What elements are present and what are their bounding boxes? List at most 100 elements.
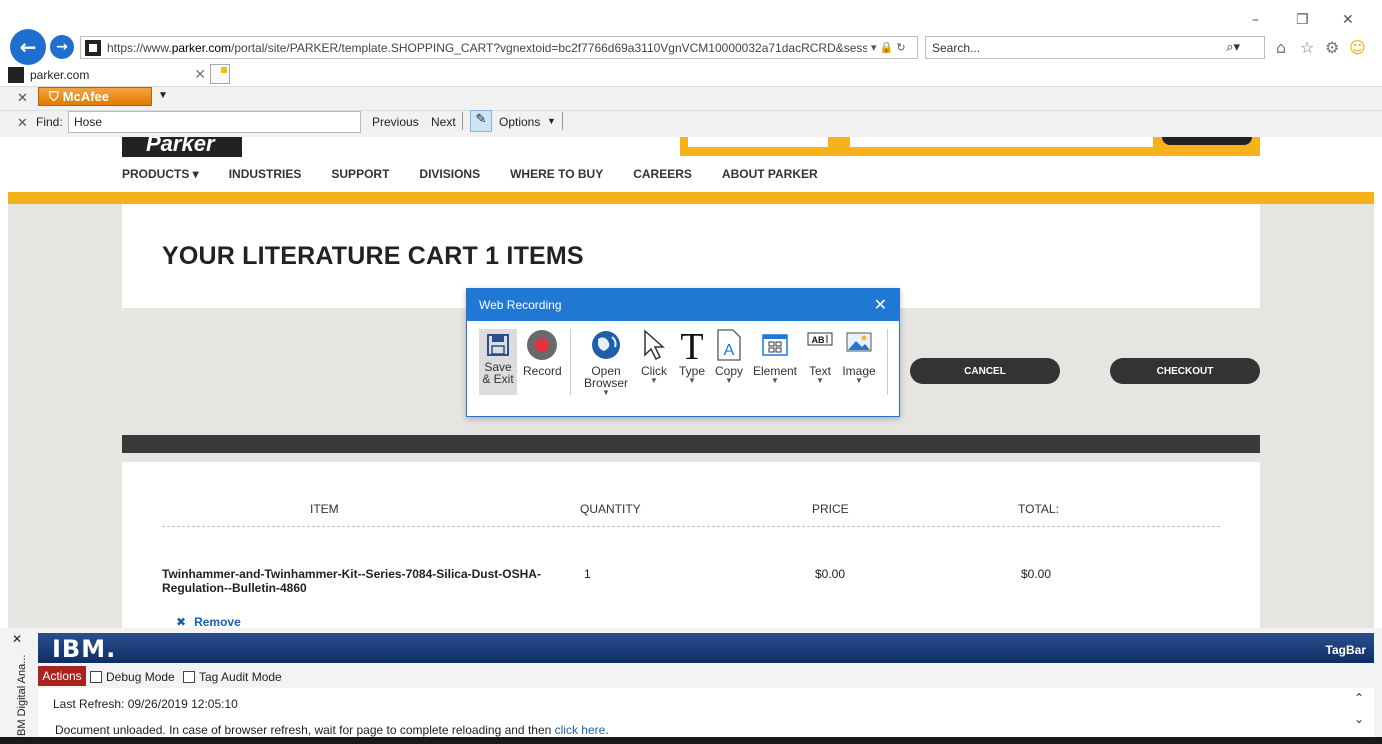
site-search-button[interactable] <box>1162 137 1252 145</box>
find-options-button[interactable]: Options <box>499 115 540 129</box>
header-item: ITEM <box>310 502 339 516</box>
tag-audit-mode-checkbox[interactable]: Tag Audit Mode <box>183 670 282 684</box>
click-here-link[interactable]: click here <box>555 723 606 737</box>
record-button[interactable]: Record <box>523 329 562 377</box>
tab-title: parker.com <box>30 68 90 82</box>
browser-tab[interactable]: parker.com ✕ <box>8 64 208 86</box>
find-next-button[interactable]: Next <box>431 115 456 129</box>
cart-item-quantity: 1 <box>584 567 591 581</box>
cancel-button[interactable]: CANCEL <box>910 358 1060 384</box>
nav-support[interactable]: SUPPORT <box>331 167 389 181</box>
nav-industries[interactable]: INDUSTRIES <box>229 167 302 181</box>
close-find-icon[interactable]: ✕ <box>17 115 28 131</box>
highlight-marker-icon[interactable]: ✎ <box>470 110 492 132</box>
cart-item-name: Twinhammer-and-Twinhammer-Kit--Series-70… <box>162 567 541 595</box>
tagbar-body: Last Refresh: 09/26/2019 12:05:10 Docume… <box>38 688 1374 738</box>
smiley-feedback-icon[interactable]: ☺ <box>1349 38 1366 57</box>
tagbar-side-label: IBM Digital Ana... <box>16 654 28 739</box>
tagbar-side: ✕ IBM Digital Ana... <box>8 628 38 744</box>
find-input[interactable]: Hose <box>68 111 361 133</box>
web-recording-dialog: Web Recording ✕ Save & Exit Record Open … <box>466 288 900 417</box>
tab-favicon-icon <box>8 67 24 83</box>
image-dropdown-icon[interactable]: ▼ <box>841 377 877 385</box>
scroll-up-icon[interactable]: ⌃ <box>1354 691 1364 705</box>
cursor-arrow-icon <box>644 329 665 361</box>
debug-mode-checkbox[interactable]: Debug Mode <box>90 670 175 684</box>
mcafee-button[interactable]: ⛉ McAfee <box>38 87 152 106</box>
search-box[interactable]: Search... ⌕▾ <box>925 36 1265 59</box>
nav-divisions[interactable]: DIVISIONS <box>419 167 480 181</box>
site-favicon-icon <box>85 39 101 56</box>
close-toolbar-icon[interactable]: ✕ <box>17 90 28 106</box>
copy-document-icon: A <box>717 329 741 361</box>
search-placeholder: Search... <box>932 40 981 55</box>
favorites-star-icon[interactable]: ☆ <box>1300 38 1314 57</box>
svg-text:T: T <box>680 329 703 361</box>
dialog-title: Web Recording <box>479 298 562 312</box>
site-search-category[interactable] <box>688 137 828 147</box>
header-quantity: QUANTITY <box>580 502 641 516</box>
search-icon[interactable]: ⌕▾ <box>1226 40 1240 55</box>
text-button[interactable]: AB Text ▼ <box>803 329 837 385</box>
page-title: YOUR LITERATURE CART 1 ITEMS <box>162 242 584 270</box>
tab-close-icon[interactable]: ✕ <box>194 66 206 83</box>
globe-icon <box>592 331 620 359</box>
element-dropdown-icon[interactable]: ▼ <box>751 377 799 385</box>
minimize-button[interactable]: – <box>1252 12 1259 28</box>
main-navigation: PRODUCTS ▾ INDUSTRIES SUPPORT DIVISIONS … <box>122 167 818 181</box>
settings-gear-icon[interactable]: ⚙ <box>1325 38 1339 57</box>
lock-refresh-icon[interactable]: ▾ 🔒 ↻ <box>871 41 906 54</box>
scroll-down-icon[interactable]: ⌄ <box>1354 712 1364 726</box>
header-total: TOTAL: <box>1018 502 1059 516</box>
nav-where-to-buy[interactable]: WHERE TO BUY <box>510 167 603 181</box>
remove-button[interactable]: ✖ Remove <box>176 615 241 628</box>
save-disk-icon <box>487 334 509 356</box>
dialog-close-icon[interactable]: ✕ <box>874 295 887 314</box>
nav-careers[interactable]: CAREERS <box>633 167 692 181</box>
status-message: Document unloaded. In case of browser re… <box>55 723 609 737</box>
dialog-titlebar[interactable]: Web Recording ✕ <box>467 289 899 321</box>
close-window-button[interactable]: ✕ <box>1342 12 1354 28</box>
record-icon <box>527 330 557 360</box>
browser-chrome: – ❐ ✕ ← → https://www.parker.com/portal/… <box>0 0 1382 137</box>
home-icon[interactable]: ⌂ <box>1276 38 1286 57</box>
new-tab-button[interactable] <box>210 64 230 84</box>
find-previous-button[interactable]: Previous <box>372 115 419 129</box>
forward-arrow-icon: → <box>56 39 68 55</box>
copy-button[interactable]: A Copy ▼ <box>712 329 746 385</box>
mcafee-dropdown-icon[interactable]: ▼ <box>158 90 168 101</box>
open-browser-button[interactable]: Open Browser ▼ <box>577 329 635 397</box>
copy-dropdown-icon[interactable]: ▼ <box>712 377 746 385</box>
address-bar[interactable]: https://www.parker.com/portal/site/PARKE… <box>80 36 918 59</box>
restore-button[interactable]: ❐ <box>1296 12 1309 28</box>
parker-logo[interactable]: Parker <box>122 137 242 157</box>
nav-products[interactable]: PRODUCTS ▾ <box>122 167 199 181</box>
text-dropdown-icon[interactable]: ▼ <box>803 377 837 385</box>
element-button[interactable]: Element ▼ <box>751 329 799 385</box>
site-search-input[interactable] <box>850 137 1153 147</box>
actions-button[interactable]: Actions <box>38 666 86 686</box>
nav-about-parker[interactable]: ABOUT PARKER <box>722 167 818 181</box>
forward-button[interactable]: → <box>50 35 74 59</box>
open-browser-dropdown-icon[interactable]: ▼ <box>577 389 635 397</box>
type-t-icon: T <box>680 329 703 361</box>
options-dropdown-icon[interactable]: ▼ <box>547 116 556 126</box>
svg-text:AB: AB <box>812 335 825 345</box>
image-picture-icon <box>846 332 872 352</box>
click-button[interactable]: Click ▼ <box>637 329 671 385</box>
back-button[interactable]: ← <box>10 29 46 65</box>
click-dropdown-icon[interactable]: ▼ <box>637 377 671 385</box>
header-price: PRICE <box>812 502 849 516</box>
mcafee-toolbar <box>0 86 1382 110</box>
accent-bar <box>8 192 1374 204</box>
checkout-button[interactable]: CHECKOUT <box>1110 358 1260 384</box>
ibm-tagbar: ✕ IBM Digital Ana... IBM. TagBar Actions… <box>0 628 1382 744</box>
save-exit-button[interactable]: Save & Exit <box>479 329 517 395</box>
find-label: Find: <box>36 115 63 129</box>
table-header-strip <box>122 435 1260 453</box>
image-button[interactable]: Image ▼ <box>841 329 877 385</box>
type-button[interactable]: T Type ▼ <box>675 329 709 385</box>
cart-table: ITEM QUANTITY PRICE TOTAL: Twinhammer-an… <box>122 462 1260 628</box>
tagbar-title: TagBar <box>1325 643 1366 657</box>
type-dropdown-icon[interactable]: ▼ <box>675 377 709 385</box>
